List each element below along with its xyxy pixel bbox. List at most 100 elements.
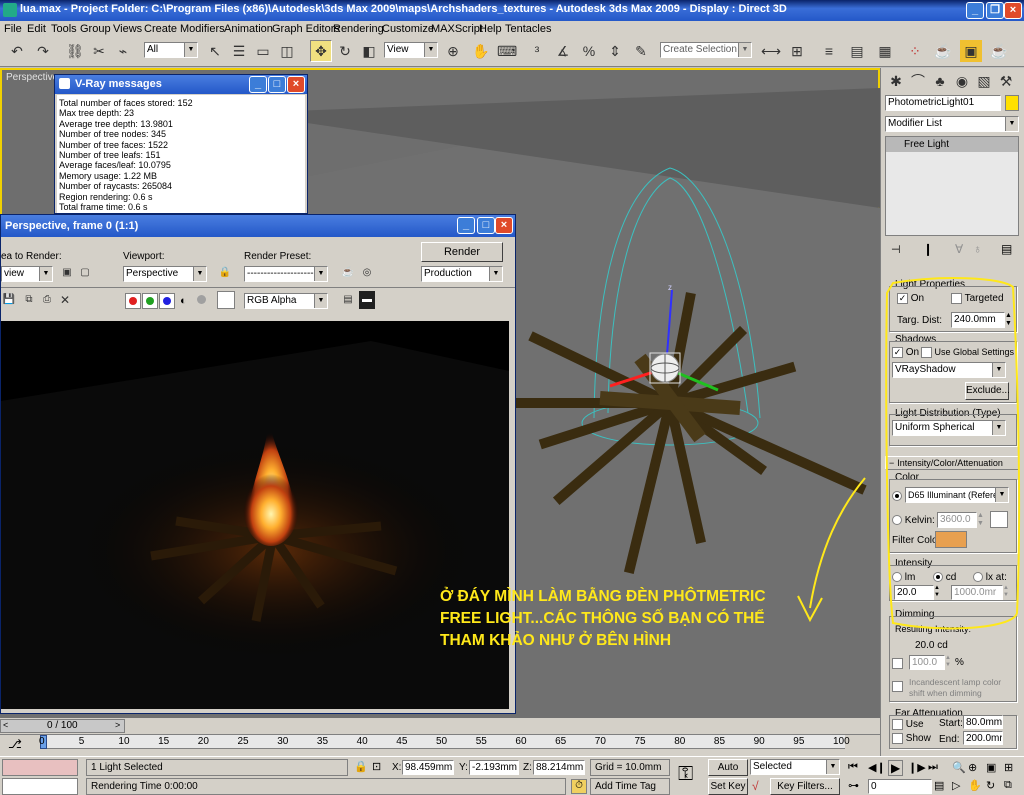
vray-title-bar[interactable]: V-Ray messages _ □ × — [55, 75, 307, 94]
vray-messages-window[interactable]: V-Ray messages _ □ × Total number of fac… — [54, 74, 308, 214]
auto-region-icon[interactable]: ▢ — [77, 264, 93, 282]
menu-create[interactable]: Create — [144, 23, 177, 35]
render-setup-small-icon[interactable]: ☕ — [340, 264, 356, 282]
menu-views[interactable]: Views — [113, 23, 142, 35]
blue-channel-toggle[interactable] — [159, 293, 175, 309]
angle-snap-icon[interactable]: ∡ — [552, 40, 574, 62]
set-key-button[interactable]: Set Key — [708, 778, 748, 795]
next-frame-icon[interactable]: ❙▶ — [908, 761, 926, 774]
incandescent-checkbox[interactable] — [892, 680, 903, 692]
far-use-checkbox[interactable]: Use — [892, 719, 924, 730]
graphite-icon[interactable]: ▤ — [846, 40, 868, 62]
orbit-icon[interactable]: ↻ — [986, 779, 995, 792]
menu-graph-editors[interactable]: Graph Editors — [272, 23, 340, 35]
go-to-start-icon[interactable]: ⏮ — [848, 761, 858, 774]
track-bar[interactable]: ⎇ 0 5 10 15 20 25 30 35 40 45 50 55 60 65 70 75 80 85 90 95… — [0, 734, 880, 756]
maximize-viewport-icon[interactable]: ⧉ — [1004, 779, 1012, 792]
minimize-icon[interactable]: _ — [966, 2, 984, 19]
material-editor-icon[interactable]: ⁘ — [904, 40, 926, 62]
set-key-icon[interactable]: √ — [752, 779, 759, 793]
pan-icon[interactable]: ✋ — [968, 779, 982, 792]
rectangular-region-icon[interactable]: ▭ — [252, 40, 274, 62]
z-coordinate-field[interactable]: 88.214mm — [533, 760, 585, 775]
green-channel-toggle[interactable] — [142, 293, 158, 309]
field-of-view-icon[interactable]: ▷ — [952, 779, 960, 792]
render-close-icon[interactable]: × — [495, 217, 513, 234]
pivot-center-icon[interactable]: ⊕ — [442, 40, 464, 62]
object-name-field[interactable]: PhotometricLight01 — [885, 95, 1001, 111]
selection-filter-dropdown[interactable]: All — [144, 42, 198, 58]
bind-space-warp-icon[interactable]: ⌁ — [112, 40, 134, 62]
render-title-bar[interactable]: Perspective, frame 0 (1:1) _ □ × — [1, 215, 515, 237]
menu-rendering[interactable]: Rendering — [333, 23, 384, 35]
dimming-percent-field[interactable]: 100.0 — [909, 655, 945, 670]
display-channel-dropdown[interactable]: RGB Alpha — [244, 293, 328, 309]
render-maximize-icon[interactable]: □ — [477, 217, 495, 234]
percent-snap-icon[interactable]: % — [578, 40, 600, 62]
menu-file[interactable]: File — [4, 23, 22, 35]
vray-maximize-icon[interactable]: □ — [268, 76, 286, 93]
modify-tab-icon[interactable]: ⌒ — [907, 70, 929, 92]
mini-curve-editor-icon[interactable]: ⎇ — [8, 737, 22, 751]
select-scale-icon[interactable]: ◧ — [358, 40, 380, 62]
alpha-channel-icon[interactable]: ◐ — [180, 295, 187, 307]
add-time-tag-field[interactable]: Add Time Tag — [590, 778, 670, 795]
production-dropdown[interactable]: Production — [421, 266, 503, 282]
environment-icon[interactable]: ◎ — [359, 264, 375, 282]
viewport-dropdown[interactable]: Perspective — [123, 266, 207, 282]
named-selection-sets-dropdown[interactable]: Create Selection Set — [660, 42, 752, 58]
vray-close-icon[interactable]: × — [287, 76, 305, 93]
pin-stack-icon[interactable]: ⊣ — [891, 243, 901, 256]
time-slider-left-icon[interactable]: < — [3, 720, 8, 730]
key-mode-toggle-icon[interactable]: ⊶ — [848, 779, 859, 792]
hierarchy-tab-icon[interactable]: ♣ — [929, 70, 951, 92]
redo-icon[interactable]: ↷ — [32, 40, 54, 62]
display-toggle-icon[interactable]: ▤ — [340, 291, 356, 309]
select-by-name-icon[interactable]: ☰ — [228, 40, 250, 62]
zoom-all-icon[interactable]: ⊕ — [968, 761, 977, 774]
make-unique-icon[interactable]: ∀ — [955, 242, 963, 256]
configure-modifier-sets-icon[interactable]: ▤ — [1001, 242, 1012, 256]
edit-named-selection-icon[interactable]: ✎ — [630, 40, 652, 62]
modifier-list-dropdown[interactable]: Modifier List — [885, 116, 1019, 132]
menu-maxscript[interactable]: MAXScript — [431, 23, 483, 35]
render-preset-dropdown[interactable]: -------------------- — [244, 266, 328, 282]
rendered-frame-window-icon[interactable]: ▣ — [960, 40, 982, 62]
menu-tools[interactable]: Tools — [51, 23, 77, 35]
curve-editor-icon[interactable]: ▦ — [874, 40, 896, 62]
mono-icon[interactable] — [197, 295, 206, 304]
render-setup-icon[interactable]: ☕ — [932, 40, 954, 62]
menu-help[interactable]: Help — [479, 23, 502, 35]
time-tag-icon[interactable]: ⏱ — [571, 779, 587, 794]
maxscript-listener[interactable] — [2, 759, 78, 776]
time-slider-track[interactable]: < 0 / 100 > — [0, 719, 125, 733]
menu-edit[interactable]: Edit — [27, 23, 46, 35]
modifier-stack[interactable]: Free Light — [885, 136, 1019, 236]
utilities-tab-icon[interactable]: ⚒ — [995, 70, 1017, 92]
reference-coordinate-dropdown[interactable]: View — [384, 42, 438, 58]
spinner-snap-icon[interactable]: ⇕ — [604, 40, 626, 62]
window-crossing-icon[interactable]: ◫ — [276, 40, 298, 62]
go-to-end-icon[interactable]: ⏭ — [928, 761, 938, 774]
layer-manager-icon[interactable]: ≡ — [818, 40, 840, 62]
save-image-icon[interactable]: 💾 — [1, 291, 17, 309]
select-move-icon[interactable]: ✥ — [310, 40, 332, 62]
clone-window-icon[interactable]: ⧉ — [21, 291, 37, 309]
close-icon[interactable]: × — [1004, 2, 1022, 19]
stack-item-free-light[interactable]: Free Light — [886, 137, 1018, 152]
render-production-icon[interactable]: ☕ — [988, 40, 1010, 62]
clear-icon[interactable]: ✕ — [57, 291, 73, 309]
dimming-checkbox[interactable] — [892, 657, 903, 669]
far-show-checkbox[interactable]: Show — [892, 733, 931, 744]
snaps-toggle-icon[interactable]: ³ — [526, 40, 548, 62]
zoom-extents-icon[interactable]: ▣ — [986, 761, 996, 774]
select-manipulate-icon[interactable]: ✋ — [470, 40, 492, 62]
render-minimize-icon[interactable]: _ — [457, 217, 475, 234]
previous-frame-icon[interactable]: ◀❙ — [868, 761, 886, 774]
y-coordinate-field[interactable]: -2.193mm — [469, 760, 519, 775]
select-rotate-icon[interactable]: ↻ — [334, 40, 356, 62]
print-image-icon[interactable]: ⎙ — [39, 291, 55, 309]
align-icon[interactable]: ⊞ — [786, 40, 808, 62]
zoom-extents-all-icon[interactable]: ⊞ — [1004, 761, 1013, 774]
select-object-icon[interactable]: ↖ — [204, 40, 226, 62]
